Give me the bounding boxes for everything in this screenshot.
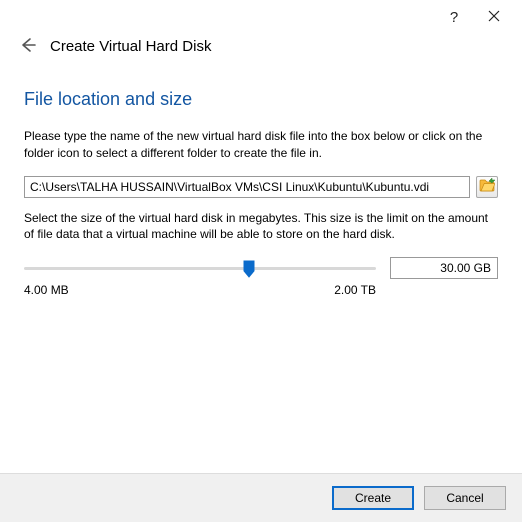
size-slider-row: 30.00 GB <box>24 257 498 279</box>
file-path-input[interactable] <box>24 176 470 198</box>
size-value-box[interactable]: 30.00 GB <box>390 257 498 279</box>
path-row <box>24 176 498 198</box>
folder-icon <box>479 178 495 195</box>
location-description: Please type the name of the new virtual … <box>24 128 498 162</box>
page-title: Create Virtual Hard Disk <box>50 38 211 55</box>
slider-track <box>24 267 376 270</box>
slider-max-label: 2.00 TB <box>334 283 376 297</box>
close-icon <box>488 9 500 26</box>
create-button[interactable]: Create <box>332 486 414 510</box>
back-arrow-icon[interactable] <box>18 36 36 57</box>
help-button[interactable]: ? <box>434 3 474 31</box>
slider-min-label: 4.00 MB <box>24 283 69 297</box>
footer: Create Cancel <box>0 473 522 522</box>
size-description: Select the size of the virtual hard disk… <box>24 210 498 244</box>
slider-thumb[interactable] <box>243 260 255 278</box>
cancel-button[interactable]: Cancel <box>424 486 506 510</box>
close-button[interactable] <box>474 3 514 31</box>
browse-folder-button[interactable] <box>476 176 498 198</box>
wizard-header: Create Virtual Hard Disk <box>0 34 522 75</box>
help-icon: ? <box>450 9 458 26</box>
section-title: File location and size <box>24 89 498 110</box>
content-area: File location and size Please type the n… <box>0 89 522 297</box>
size-slider[interactable] <box>24 258 376 278</box>
slider-range-labels: 4.00 MB 2.00 TB <box>24 283 498 297</box>
titlebar: ? <box>0 0 522 34</box>
